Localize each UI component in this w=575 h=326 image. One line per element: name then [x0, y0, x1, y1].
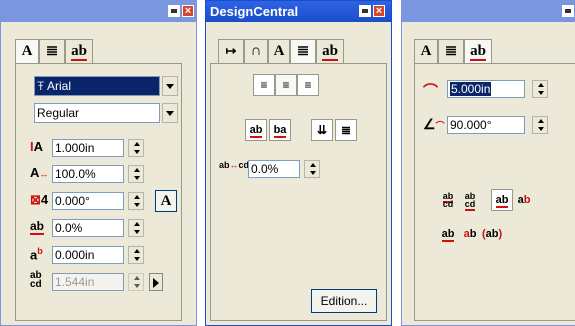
- arc-radius-field[interactable]: 5.000in: [447, 80, 525, 98]
- tab-font[interactable]: A: [268, 39, 290, 63]
- tab-arc[interactable]: ab: [464, 39, 492, 63]
- title-bar: DesignCentral ×: [206, 1, 391, 22]
- width-scale-field[interactable]: 100.0%: [52, 165, 124, 183]
- close-icon[interactable]: ×: [182, 5, 194, 17]
- tab-arc[interactable]: ∩: [244, 39, 268, 63]
- arc-radius-icon: ⌒: [423, 83, 439, 100]
- arc-text-icon: ab: [322, 43, 338, 61]
- word-spacing-icon: ab↔cd: [219, 160, 250, 170]
- arc-concave-button[interactable]: ab: [459, 223, 481, 245]
- tab-arc-text[interactable]: ab: [316, 39, 344, 63]
- align-left-button[interactable]: ≡: [253, 74, 275, 96]
- arc-radius-value: 5.000in: [450, 82, 492, 96]
- edition-button[interactable]: Edition...: [311, 289, 377, 313]
- indent-right-button[interactable]: ≣: [335, 119, 357, 141]
- font-name-value: Arial: [47, 79, 72, 93]
- font-tab-body: Ŧ Arial Regular IA 1.000in A↔ 100.0% ⊠4 …: [15, 63, 182, 321]
- minimize-icon[interactable]: [168, 5, 180, 17]
- align-right-button[interactable]: ≡: [297, 74, 319, 96]
- slant-spinner[interactable]: [128, 192, 144, 210]
- minimize-icon[interactable]: [562, 5, 574, 17]
- baseline-field[interactable]: 0.000in: [52, 246, 124, 264]
- text-panel-left: × A ≣ ab Ŧ Arial Regular IA 1.000in A↔ 1…: [0, 0, 197, 326]
- minimize-icon[interactable]: [359, 5, 371, 17]
- font-name-dropdown[interactable]: [162, 76, 178, 96]
- window-title: DesignCentral: [210, 4, 299, 19]
- tab-paragraph[interactable]: ≣: [290, 39, 316, 63]
- arc-angle-icon: ∠⌒: [423, 116, 445, 132]
- paragraph-tab-body: ≡ ≡ ≡ ab ba ⇊ ≣ ab↔cd 0.0% Edition...: [210, 63, 387, 321]
- slant-field[interactable]: 0.000°: [52, 192, 124, 210]
- line-spacing-more-button[interactable]: [149, 273, 163, 291]
- text-direction-ltr-button[interactable]: ab: [245, 119, 267, 141]
- arc-text-above-button[interactable]: ab: [491, 189, 513, 211]
- arc-angle-spinner[interactable]: [532, 116, 548, 134]
- close-icon[interactable]: ×: [373, 5, 385, 17]
- designcentral-panel: DesignCentral × ↦ ∩ A ≣ ab ≡ ≡ ≡ ab ba ⇊…: [205, 0, 392, 326]
- tab-font[interactable]: A: [15, 39, 39, 63]
- title-bar: ×: [1, 1, 196, 22]
- tab-spacing[interactable]: ↦: [218, 39, 244, 63]
- char-spacing-field[interactable]: 0.0%: [52, 219, 124, 237]
- arc-convex-button[interactable]: ab: [437, 223, 459, 245]
- line-spacing-icon: ab cd: [30, 270, 42, 290]
- line-spacing-spinner[interactable]: [128, 273, 144, 291]
- tab-strip: ↦ ∩ A ≣ ab: [210, 39, 387, 63]
- tab-font[interactable]: A: [414, 39, 438, 63]
- slant-icon: ⊠4: [30, 192, 49, 207]
- height-icon: IA: [30, 139, 44, 154]
- height-field[interactable]: 1.000in: [52, 139, 124, 157]
- tab-paragraph[interactable]: ≣: [39, 39, 65, 63]
- baseline-spinner[interactable]: [128, 246, 144, 264]
- font-style-value: Regular: [37, 106, 80, 120]
- tab-arc[interactable]: ab: [65, 39, 93, 63]
- word-spacing-field[interactable]: 0.0%: [248, 160, 300, 178]
- arc-wrap-button[interactable]: (ab): [481, 223, 503, 245]
- text-panel-right: A ≣ ab ⌒ 5.000in ∠⌒ 90.000° ab cd ab cd ab…: [401, 0, 575, 326]
- width-scale-icon: A↔: [30, 165, 49, 180]
- width-scale-spinner[interactable]: [128, 165, 144, 183]
- arrow-right-icon: [153, 278, 159, 288]
- arc-text-icon: ab: [71, 43, 87, 61]
- truetype-icon: Ŧ: [37, 79, 45, 93]
- arc-tab-body: ⌒ 5.000in ∠⌒ 90.000° ab cd ab cd ab ab ab …: [414, 63, 575, 321]
- title-bar: [402, 1, 575, 22]
- arc-text-icon: ab: [470, 43, 486, 61]
- arc-angle-field[interactable]: 90.000°: [447, 116, 525, 134]
- char-spacing-spinner[interactable]: [128, 219, 144, 237]
- arc-radius-spinner[interactable]: [532, 80, 548, 98]
- char-spacing-icon: ab: [30, 219, 45, 235]
- indent-left-button[interactable]: ⇊: [311, 119, 333, 141]
- arc-stack-above-button[interactable]: ab cd: [437, 189, 459, 211]
- baseline-icon: ab: [30, 246, 43, 263]
- word-spacing-spinner[interactable]: [304, 160, 320, 178]
- font-style-select[interactable]: Regular: [34, 103, 160, 123]
- line-spacing-field[interactable]: 1.544in: [52, 273, 124, 291]
- font-name-select[interactable]: Ŧ Arial: [34, 76, 160, 96]
- text-direction-rtl-button[interactable]: ba: [269, 119, 291, 141]
- font-dialog-button[interactable]: A: [155, 190, 177, 212]
- tab-strip: A ≣ ab: [15, 39, 182, 63]
- font-style-dropdown[interactable]: [162, 103, 178, 123]
- arc-text-below-button[interactable]: ab: [513, 189, 535, 211]
- tab-paragraph[interactable]: ≣: [438, 39, 464, 63]
- tab-strip: A ≣ ab: [414, 39, 571, 63]
- align-center-button[interactable]: ≡: [275, 74, 297, 96]
- height-spinner[interactable]: [128, 139, 144, 157]
- arc-stack-below-button[interactable]: ab cd: [459, 189, 481, 211]
